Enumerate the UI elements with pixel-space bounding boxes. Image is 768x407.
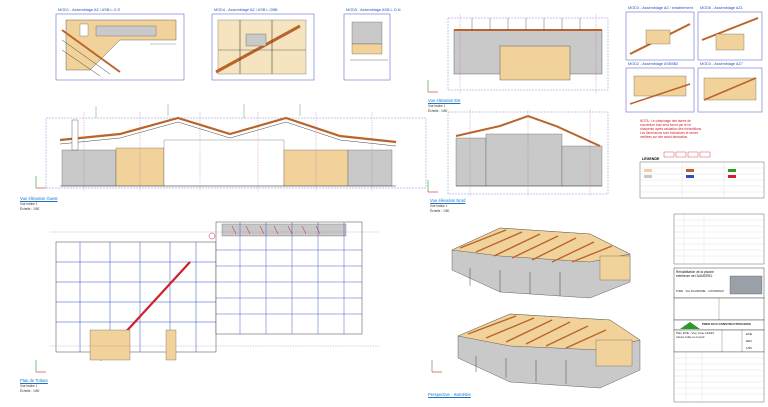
detail-frame-2 [211,13,315,81]
elevation-nord [447,110,609,196]
elevation-est [447,14,609,94]
legend-title: LÉGENDE [642,157,660,161]
perspective-bottom [457,313,641,389]
view-scale-plan: Vue indice 1 Échelle : 1/50 [20,384,40,393]
project-title: Réhabilitation de la piscine extérieure … [676,270,714,278]
legend-table [639,161,765,199]
cell-exe: EXE [746,332,753,336]
detail-frame-3 [343,13,391,81]
view-title-nord: Vue élévation Nord [430,198,466,203]
drawing-sheet: MOD1 - Assemblage AZ / ASB L.O.S MOD4 - … [0,0,768,407]
revision-table [673,213,765,265]
detail-title-7: MOD3 - Assemblage AZ7 [700,62,743,66]
view-title-est: Vue élévation Est [428,98,461,103]
detail-title-6: MOD2 - Assemblage ASB5B2 [628,62,679,66]
view-title-plan: Plan de Toiture [20,378,48,383]
project-subtitle: TORE · VAL D'AUMOREL · COURTENAY [676,290,725,293]
detail-title-3: MOD5 - Assemblage ASB L.O.N [346,8,401,12]
company-name: PRED ECO CONSTRUCTION BOIS [702,322,751,326]
view-scale-ouest: Vue indice 1 Échelle : 1/50 [20,202,40,211]
cell-scale: 1/50 [746,346,752,350]
view-scale-est: Vue indice 1 Échelle : 1/50 [428,104,448,113]
detail-title-2: MOD4 - Assemblage AZ / ASB L.OBB [214,8,278,12]
drawing-title: Plan EXE - Vue zone 1&2&3 toiture bulle … [676,331,714,339]
plan-toiture [50,221,380,361]
view-title-perspective: Perspective - Isométrie [428,392,471,397]
view-scale-nord: Vue indice 1 Échelle : 1/50 [430,204,450,213]
elevation-ouest [45,104,427,192]
detail-title-1: MOD1 - Assemblage AZ / ASB L.O.S [58,8,121,12]
detail-title-5: MOD6 - Assemblage AZ1 [700,6,743,10]
perspective-top [451,227,631,299]
view-title-ouest: Vue élévation Ouest [20,196,58,201]
detail-title-4: MOD3 - Assemblage AZ / entablement [628,6,693,10]
cell-rev: REV [746,339,753,343]
detail-frame-1 [55,13,185,81]
